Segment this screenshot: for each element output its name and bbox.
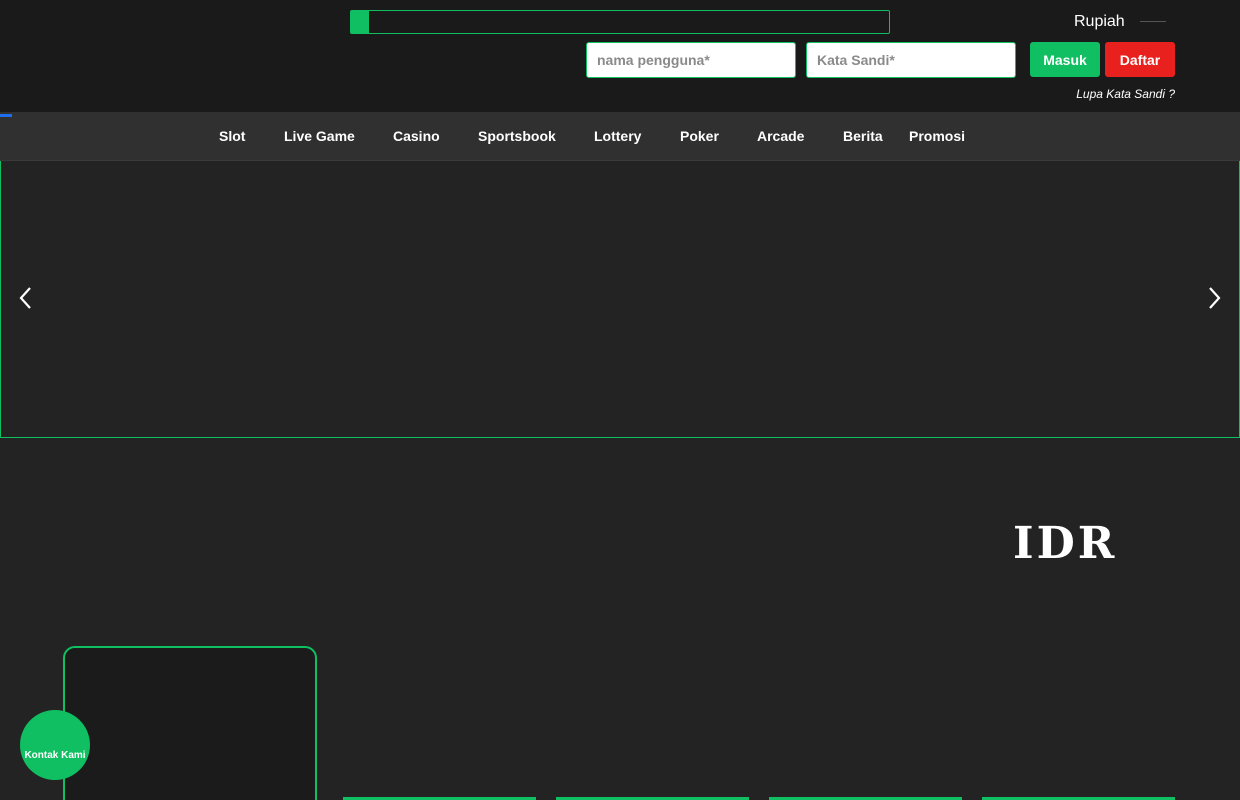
register-button[interactable]: Daftar (1105, 42, 1175, 77)
nav-item-slot[interactable]: Slot (219, 128, 245, 144)
announcement-marquee (350, 10, 890, 34)
slider-next-button[interactable] (1199, 283, 1229, 313)
nav-item-casino[interactable]: Casino (393, 128, 440, 144)
password-input[interactable] (806, 42, 1016, 78)
chevron-right-icon (1209, 287, 1221, 309)
forgot-password-link[interactable]: Lupa Kata Sandi ? (1076, 87, 1175, 101)
currency-heading: IDR (1013, 518, 1118, 569)
header: Rupiah Masuk Daftar Lupa Kata Sandi ? (0, 0, 1240, 112)
nav-item-sportsbook[interactable]: Sportsbook (478, 128, 556, 144)
loading-indicator (0, 114, 12, 117)
chevron-left-icon (19, 287, 31, 309)
slider-prev-button[interactable] (11, 283, 41, 313)
currency-selector[interactable]: Rupiah (1074, 13, 1125, 31)
nav-item-arcade[interactable]: Arcade (757, 128, 804, 144)
username-input[interactable] (586, 42, 796, 78)
nav-item-live-game[interactable]: Live Game (284, 128, 355, 144)
announcement-icon (351, 11, 369, 33)
currency-divider (1140, 21, 1166, 22)
nav-item-berita[interactable]: Berita (843, 128, 883, 144)
featured-card[interactable] (63, 646, 317, 800)
nav-item-promosi[interactable]: Promosi (909, 128, 965, 144)
contact-us-button[interactable]: Kontak Kami (20, 710, 90, 780)
nav-item-lottery[interactable]: Lottery (594, 128, 641, 144)
main-nav: Slot Live Game Casino Sportsbook Lottery… (0, 112, 1240, 161)
banner-slider (0, 161, 1240, 438)
login-button[interactable]: Masuk (1030, 42, 1100, 77)
nav-item-poker[interactable]: Poker (680, 128, 719, 144)
